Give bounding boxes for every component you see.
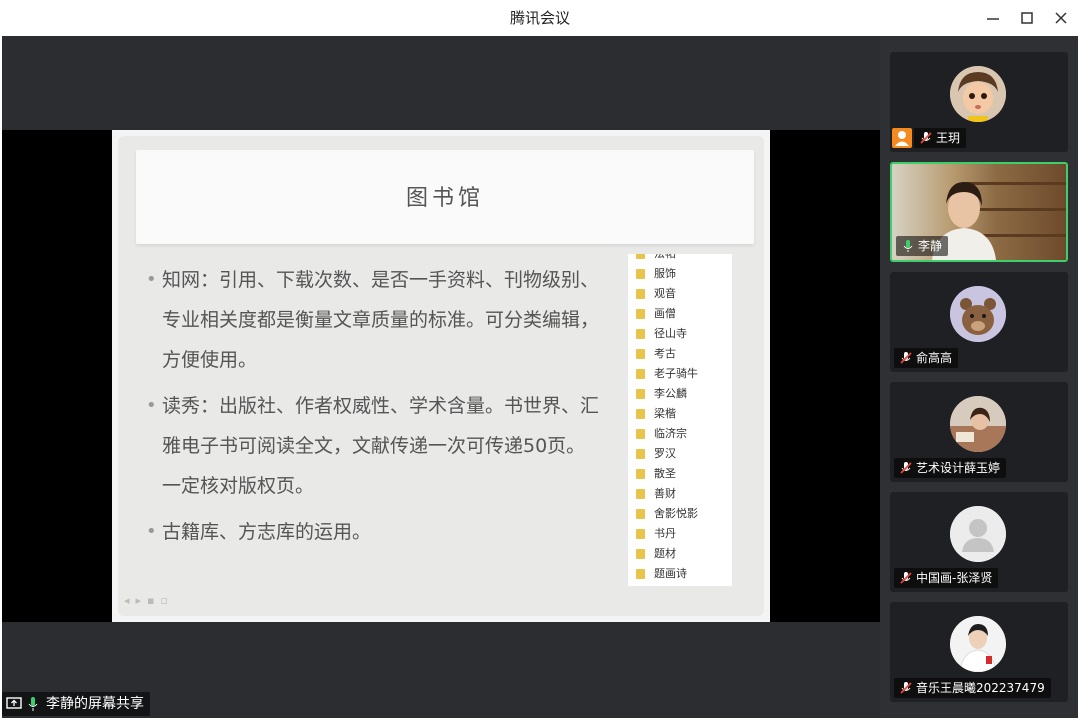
mic-muted-icon: [900, 682, 912, 694]
host-icon: [892, 128, 912, 148]
folder-icon: [636, 569, 645, 579]
folder-item: 李公麟: [636, 384, 732, 404]
folder-icon: [636, 469, 645, 479]
participant-label: 王玥: [914, 128, 967, 148]
folder-icon: [636, 349, 645, 359]
folder-icon: [636, 529, 645, 539]
maximize-button[interactable]: [1014, 6, 1040, 30]
mic-active-icon: [903, 240, 913, 252]
slide-title: 图书馆: [405, 186, 484, 211]
folder-icon: [636, 269, 645, 279]
screen-share-label: 李静的屏幕共享: [2, 692, 150, 716]
close-button[interactable]: [1048, 6, 1074, 30]
participant-name: 王玥: [936, 131, 961, 145]
folder-icon: [636, 369, 645, 379]
participant-name: 艺术设计薛玉婷: [916, 461, 1001, 475]
folder-icon: [636, 389, 645, 399]
participant-label: 李静: [896, 236, 949, 256]
participant-tile[interactable]: 俞高高: [890, 272, 1068, 372]
folder-icon: [636, 289, 645, 299]
mic-muted-icon: [900, 352, 912, 364]
participant-name: 李静: [918, 239, 943, 253]
participant-label: 中国画-张泽贤: [894, 568, 999, 588]
bear-avatar: [950, 286, 1006, 342]
folder-icon: [636, 329, 645, 339]
slide-header: 图书馆: [136, 150, 754, 244]
participant-tile[interactable]: 李静: [890, 162, 1068, 262]
folder-item: 服饰: [636, 264, 732, 284]
bullet-item: • 知网：引用、下载次数、是否一手资料、刊物级别、专业相关度都是衡量文章质量的标…: [146, 260, 602, 380]
bullet-dot: •: [146, 395, 157, 416]
folder-icon: [636, 449, 645, 459]
participant-label: 俞高高: [894, 348, 959, 368]
cartoon-girl-avatar: [950, 66, 1006, 122]
presentation-slide: 图书馆 • 知网：引用、下载次数、是否一手资料、刊物级别、专业相关度都是衡量文章…: [112, 130, 770, 622]
participant-name: 俞高高: [916, 351, 953, 365]
mic-muted-icon: [900, 572, 912, 584]
folder-item: 善财: [636, 484, 732, 504]
folder-icon: [636, 429, 645, 439]
participant-tile[interactable]: 王玥: [890, 52, 1068, 152]
bullet-text: 知网：引用、下载次数、是否一手资料、刊物级别、专业相关度都是衡量文章质量的标准。…: [162, 269, 600, 371]
folder-item: 老子骑牛: [636, 364, 732, 384]
bullet-text: 读秀：出版社、作者权威性、学术含量。书世界、汇雅电子书可阅读全文，文献传递一次可…: [162, 395, 600, 497]
default-user-avatar: [950, 506, 1006, 562]
folder-icon: [636, 309, 645, 319]
photo-avatar: [950, 616, 1006, 672]
folder-icon: [636, 489, 645, 499]
folder-icon: [636, 409, 645, 419]
slide-nav-controls[interactable]: ◂▸▪▫: [124, 594, 204, 610]
title-bar: 腾讯会议: [0, 0, 1080, 36]
screen-share-icon: [6, 697, 22, 709]
participant-label: 艺术设计薛玉婷: [894, 458, 1007, 478]
folder-icon: [636, 549, 645, 559]
shared-screen-area: 图书馆 • 知网：引用、下载次数、是否一手资料、刊物级别、专业相关度都是衡量文章…: [2, 36, 880, 718]
bullet-dot: •: [146, 269, 157, 290]
folder-item: 罗汉: [636, 444, 732, 464]
minimize-button[interactable]: [980, 6, 1006, 30]
folder-item: 书丹: [636, 524, 732, 544]
mic-muted-icon: [900, 462, 912, 474]
folder-item: 法帖: [636, 254, 732, 264]
participant-name: 中国画-张泽贤: [916, 571, 993, 585]
folder-item: 考古: [636, 344, 732, 364]
mic-muted-icon: [920, 132, 932, 144]
folder-item: 径山寺: [636, 324, 732, 344]
window-title: 腾讯会议: [509, 9, 570, 27]
folder-item: 梁楷: [636, 404, 732, 424]
bullet-dot: •: [146, 521, 157, 542]
share-label-text: 李静的屏幕共享: [46, 696, 144, 712]
mic-active-icon: [28, 697, 38, 711]
photo-avatar: [950, 396, 1006, 452]
folder-item: 题画诗: [636, 564, 732, 584]
screen-share-view: 图书馆 • 知网：引用、下载次数、是否一手资料、刊物级别、专业相关度都是衡量文章…: [2, 130, 880, 622]
slide-content: 图书馆 • 知网：引用、下载次数、是否一手资料、刊物级别、专业相关度都是衡量文章…: [118, 136, 764, 616]
folder-item: 散圣: [636, 464, 732, 484]
bullet-text: 古籍库、方志库的运用。: [162, 521, 372, 543]
participant-label: 音乐王晨曦202237479: [894, 678, 1051, 698]
folder-icon: [636, 509, 645, 519]
participant-name: 音乐王晨曦202237479: [916, 681, 1045, 695]
participant-tile[interactable]: 音乐王晨曦202237479: [890, 602, 1068, 702]
folder-list: 法帖 服饰 观音 画僧 径山寺 考古 老子骑牛 李公麟 梁楷 临济宗 罗汉 散圣…: [628, 254, 732, 586]
folder-icon: [636, 254, 645, 259]
folder-item: 画僧: [636, 304, 732, 324]
bullet-item: • 读秀：出版社、作者权威性、学术含量。书世界、汇雅电子书可阅读全文，文献传递一…: [146, 386, 602, 506]
participant-sidebar: 王玥 李静 俞高高 艺术设计薛玉婷 中国画-张泽贤 音乐王晨曦202237479: [880, 36, 1078, 718]
participant-tile[interactable]: 中国画-张泽贤: [890, 492, 1068, 592]
folder-item: 题材: [636, 544, 732, 564]
participant-tile[interactable]: 艺术设计薛玉婷: [890, 382, 1068, 482]
folder-item: 临济宗: [636, 424, 732, 444]
folder-item: 舍影悦影: [636, 504, 732, 524]
bullet-item: • 古籍库、方志库的运用。: [146, 512, 602, 552]
folder-item: 观音: [636, 284, 732, 304]
